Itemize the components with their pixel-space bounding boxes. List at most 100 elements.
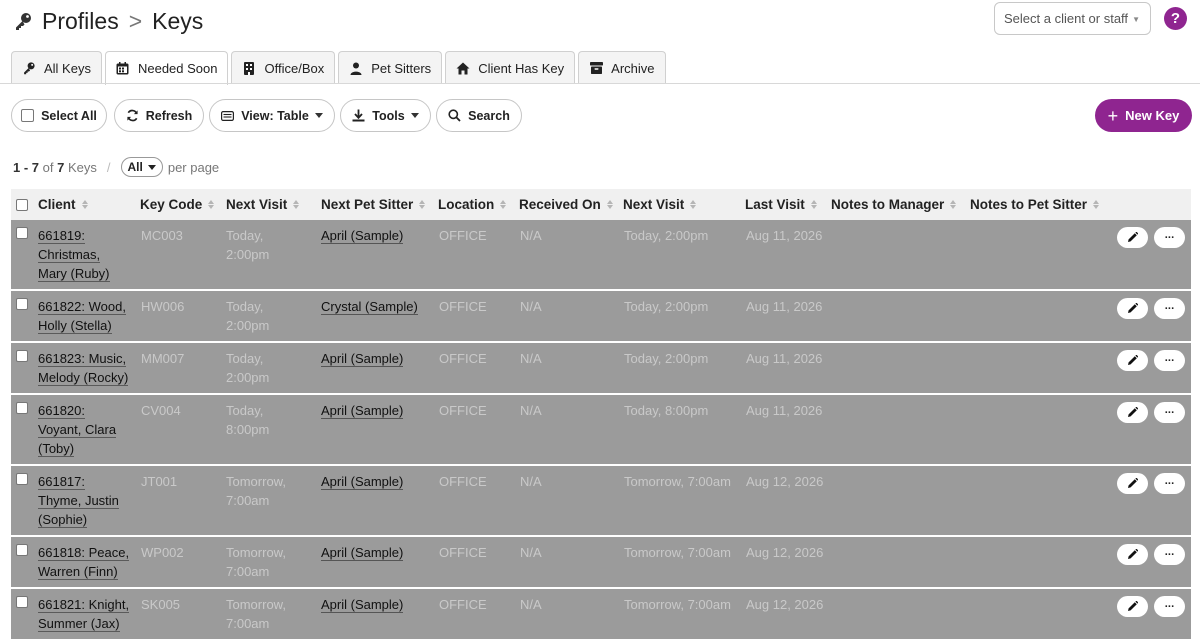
- next-visit-cell: Today, 8:00pm: [226, 401, 269, 439]
- tab-office-box[interactable]: Office/Box: [231, 51, 336, 84]
- client-link[interactable]: 661823: Music, Melody (Rocky): [38, 349, 129, 387]
- tab-archive[interactable]: Archive: [578, 51, 666, 84]
- pager-divider: /: [106, 159, 111, 175]
- tab-divider: [0, 83, 1200, 84]
- client-link[interactable]: 661819: Christmas, Mary (Ruby): [38, 226, 110, 283]
- column-label: Location: [438, 197, 495, 212]
- more-actions-button[interactable]: ···: [1154, 544, 1185, 565]
- column-label: Last Visit: [745, 197, 805, 212]
- tab-label: Needed Soon: [137, 61, 218, 76]
- key-code-cell: WP002: [141, 545, 184, 560]
- tab-client-has-key[interactable]: Client Has Key: [445, 51, 576, 84]
- edit-key-button[interactable]: [1117, 544, 1148, 565]
- column-label: Key Code: [140, 197, 203, 212]
- row-checkbox[interactable]: [16, 473, 28, 485]
- more-actions-button[interactable]: ···: [1154, 402, 1185, 423]
- table-row[interactable]: 661818: Peace, Warren (Finn) WP002 Tomorr…: [11, 537, 1191, 589]
- refresh-label: Refresh: [145, 108, 193, 123]
- column-label: Client: [38, 197, 76, 212]
- tab-needed-soon[interactable]: Needed Soon: [104, 51, 229, 85]
- column-label: Received On: [519, 197, 601, 212]
- row-checkbox[interactable]: [16, 350, 28, 362]
- client-link[interactable]: 661820: Voyant, Clara (Toby): [38, 401, 117, 458]
- column-notes-to-manager[interactable]: Notes to Manager: [831, 189, 957, 220]
- column-label: Next Visit: [226, 197, 288, 212]
- download-icon: [352, 109, 365, 122]
- row-checkbox[interactable]: [16, 227, 28, 239]
- next-visit-line: 2:00pm: [226, 318, 270, 333]
- client-name-line: 661819:: [38, 228, 85, 244]
- column-key-code[interactable]: Key Code: [140, 189, 215, 220]
- help-button[interactable]: ?: [1164, 7, 1187, 30]
- tab-all-keys[interactable]: All Keys: [11, 51, 102, 84]
- column-received-on[interactable]: Received On: [519, 189, 613, 220]
- edit-key-button[interactable]: [1117, 350, 1148, 371]
- table-row[interactable]: 661821: Knight, Summer (Jax) SK005 Tomorr…: [11, 589, 1191, 641]
- calendar-icon: [116, 62, 130, 76]
- row-checkbox[interactable]: [16, 402, 28, 414]
- column-notes-to-pet-sitter[interactable]: Notes to Pet Sitter: [970, 189, 1100, 220]
- column-last-visit[interactable]: Last Visit: [745, 189, 817, 220]
- client-staff-select[interactable]: Select a client or staff ▼: [994, 2, 1151, 35]
- column-location[interactable]: Location: [438, 189, 507, 220]
- table-row[interactable]: 661820: Voyant, Clara (Toby) CV004 Today, 8…: [11, 395, 1191, 466]
- view-label: View: Table: [241, 108, 309, 123]
- next-visit-cell: Today, 2:00pm: [226, 349, 269, 387]
- pager-range: 1 - 7: [13, 159, 40, 175]
- select-all-button[interactable]: Select All: [11, 99, 107, 132]
- client-link[interactable]: 661821: Knight, Summer (Jax): [38, 595, 130, 633]
- view-table-dropdown[interactable]: View: Table: [209, 99, 335, 132]
- next-pet-sitter-link[interactable]: April (Sample): [321, 543, 404, 562]
- next-pet-sitter-link[interactable]: April (Sample): [321, 472, 404, 491]
- edit-key-button[interactable]: [1117, 227, 1148, 248]
- refresh-icon: [126, 109, 139, 122]
- more-icon: ···: [1164, 477, 1175, 490]
- per-page-select[interactable]: All: [120, 157, 163, 177]
- row-checkbox[interactable]: [16, 298, 28, 310]
- edit-key-button[interactable]: [1117, 298, 1148, 319]
- table-row[interactable]: 661817: Thyme, Justin (Sophie) JT001 Tomor…: [11, 466, 1191, 537]
- tools-dropdown[interactable]: Tools: [340, 99, 431, 132]
- sort-icon: [81, 200, 88, 209]
- next-pet-sitter-link[interactable]: April (Sample): [321, 349, 404, 368]
- column-next-visit-2[interactable]: Next Visit: [623, 189, 697, 220]
- row-checkbox[interactable]: [16, 596, 28, 608]
- more-icon: ···: [1164, 406, 1175, 419]
- column-client[interactable]: Client: [38, 189, 88, 220]
- keys-table: Client Key Code Next Visit Next Pet Sitt…: [11, 189, 1191, 641]
- header-select-checkbox[interactable]: [16, 199, 28, 211]
- edit-key-button[interactable]: [1117, 402, 1148, 423]
- table-row[interactable]: 661819: Christmas, Mary (Ruby) MC003 Today…: [11, 220, 1191, 291]
- sitter-name: April (Sample): [321, 228, 404, 244]
- sort-icon: [1093, 200, 1100, 209]
- more-actions-button[interactable]: ···: [1154, 227, 1185, 248]
- select-all-checkbox[interactable]: [21, 109, 35, 122]
- next-pet-sitter-link[interactable]: April (Sample): [321, 595, 404, 614]
- tab-pet-sitters[interactable]: Pet Sitters: [338, 51, 443, 84]
- more-actions-button[interactable]: ···: [1154, 473, 1185, 494]
- breadcrumb-profiles[interactable]: Profiles: [42, 8, 119, 35]
- next-visit-line: 2:00pm: [226, 247, 270, 262]
- search-icon: [448, 109, 461, 122]
- client-link[interactable]: 661818: Peace, Warren (Finn): [38, 543, 130, 581]
- edit-key-button[interactable]: [1117, 596, 1148, 617]
- search-button[interactable]: Search: [436, 99, 522, 132]
- column-next-visit[interactable]: Next Visit: [226, 189, 300, 220]
- column-next-pet-sitter[interactable]: Next Pet Sitter: [321, 189, 426, 220]
- more-actions-button[interactable]: ···: [1154, 350, 1185, 371]
- refresh-button[interactable]: Refresh: [114, 99, 204, 132]
- table-row[interactable]: 661823: Music, Melody (Rocky) MM007 Today…: [11, 343, 1191, 395]
- new-key-button[interactable]: + New Key: [1095, 99, 1192, 132]
- next-pet-sitter-link[interactable]: April (Sample): [321, 401, 404, 420]
- next-pet-sitter-link[interactable]: April (Sample): [321, 226, 404, 245]
- more-actions-button[interactable]: ···: [1154, 596, 1185, 617]
- next-pet-sitter-link[interactable]: Crystal (Sample): [321, 297, 418, 316]
- client-link[interactable]: 661822: Wood, Holly (Stella): [38, 297, 126, 335]
- more-actions-button[interactable]: ···: [1154, 298, 1185, 319]
- row-checkbox[interactable]: [16, 544, 28, 556]
- select-caret-icon: ▼: [1132, 15, 1140, 24]
- location-cell: OFFICE: [439, 299, 487, 314]
- client-link[interactable]: 661817: Thyme, Justin (Sophie): [38, 472, 119, 529]
- edit-key-button[interactable]: [1117, 473, 1148, 494]
- table-row[interactable]: 661822: Wood, Holly (Stella) HW006 Today,…: [11, 291, 1191, 343]
